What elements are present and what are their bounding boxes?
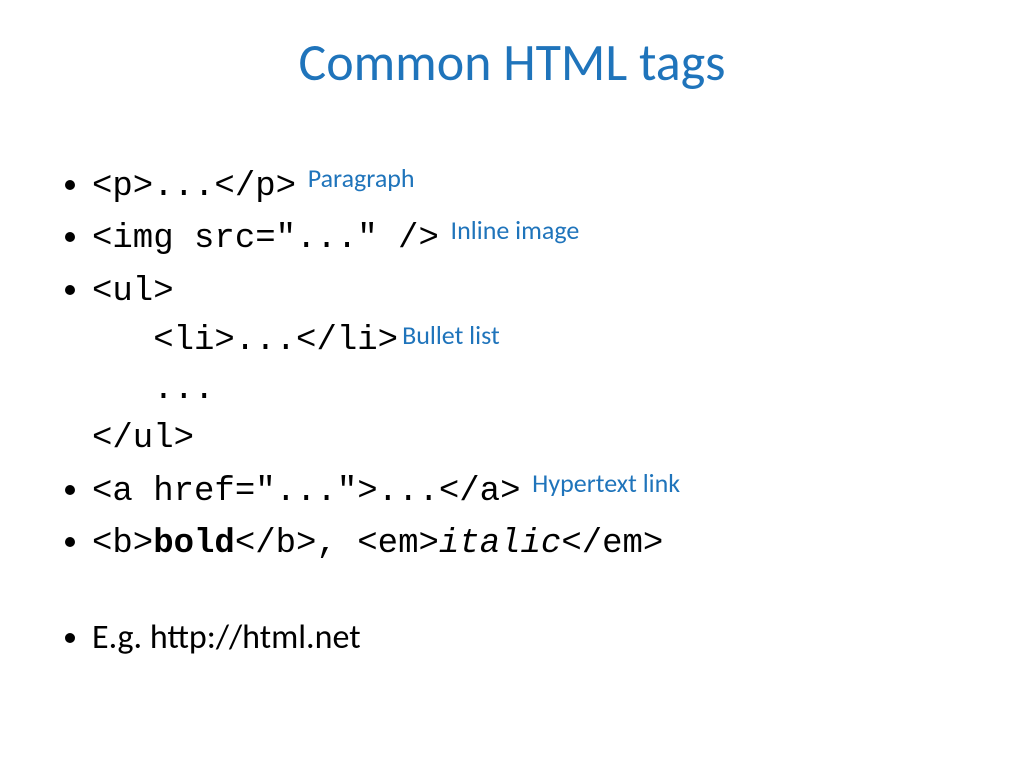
code-img-tag: <img src="..." /> bbox=[92, 220, 439, 258]
bullet-list: <p>...</p> Paragraph <img src="..." /> I… bbox=[56, 160, 984, 663]
list-item: <a href="...">...</a> Hypertext link bbox=[92, 465, 984, 517]
annot-inline-image: Inline image bbox=[451, 214, 580, 246]
annot-hypertext-link: Hypertext link bbox=[532, 467, 680, 499]
list-item: <img src="..." /> Inline image bbox=[92, 212, 984, 264]
annot-paragraph: Paragraph bbox=[308, 162, 415, 194]
spacer bbox=[92, 569, 984, 613]
list-item: E.g. http://html.net bbox=[92, 613, 984, 662]
slide-body: <p>...</p> Paragraph <img src="..." /> I… bbox=[56, 160, 984, 663]
code-b-em-tags: <b>bold</b>, <em>italic</em> bbox=[92, 525, 663, 563]
code-dots: ... bbox=[92, 366, 984, 415]
annot-bullet-list: Bullet list bbox=[402, 319, 500, 351]
reference-link-text: E.g. http://html.net bbox=[92, 617, 361, 658]
code-ul-open: <ul> bbox=[92, 273, 174, 311]
list-item: <p>...</p> Paragraph bbox=[92, 160, 984, 212]
list-item: <ul> <li>...</li>Bullet list ... </ul> bbox=[92, 265, 984, 465]
code-ul-close: </ul> bbox=[92, 415, 984, 464]
code-li-tag: <li>...</li> bbox=[153, 322, 398, 360]
code-p-tag: <p>...</p> bbox=[92, 168, 296, 206]
code-li-line: <li>...</li>Bullet list bbox=[92, 317, 984, 366]
code-a-tag: <a href="...">...</a> bbox=[92, 473, 520, 511]
slide-title: Common HTML tags bbox=[0, 30, 1024, 94]
list-item: <b>bold</b>, <em>italic</em> bbox=[92, 517, 984, 569]
